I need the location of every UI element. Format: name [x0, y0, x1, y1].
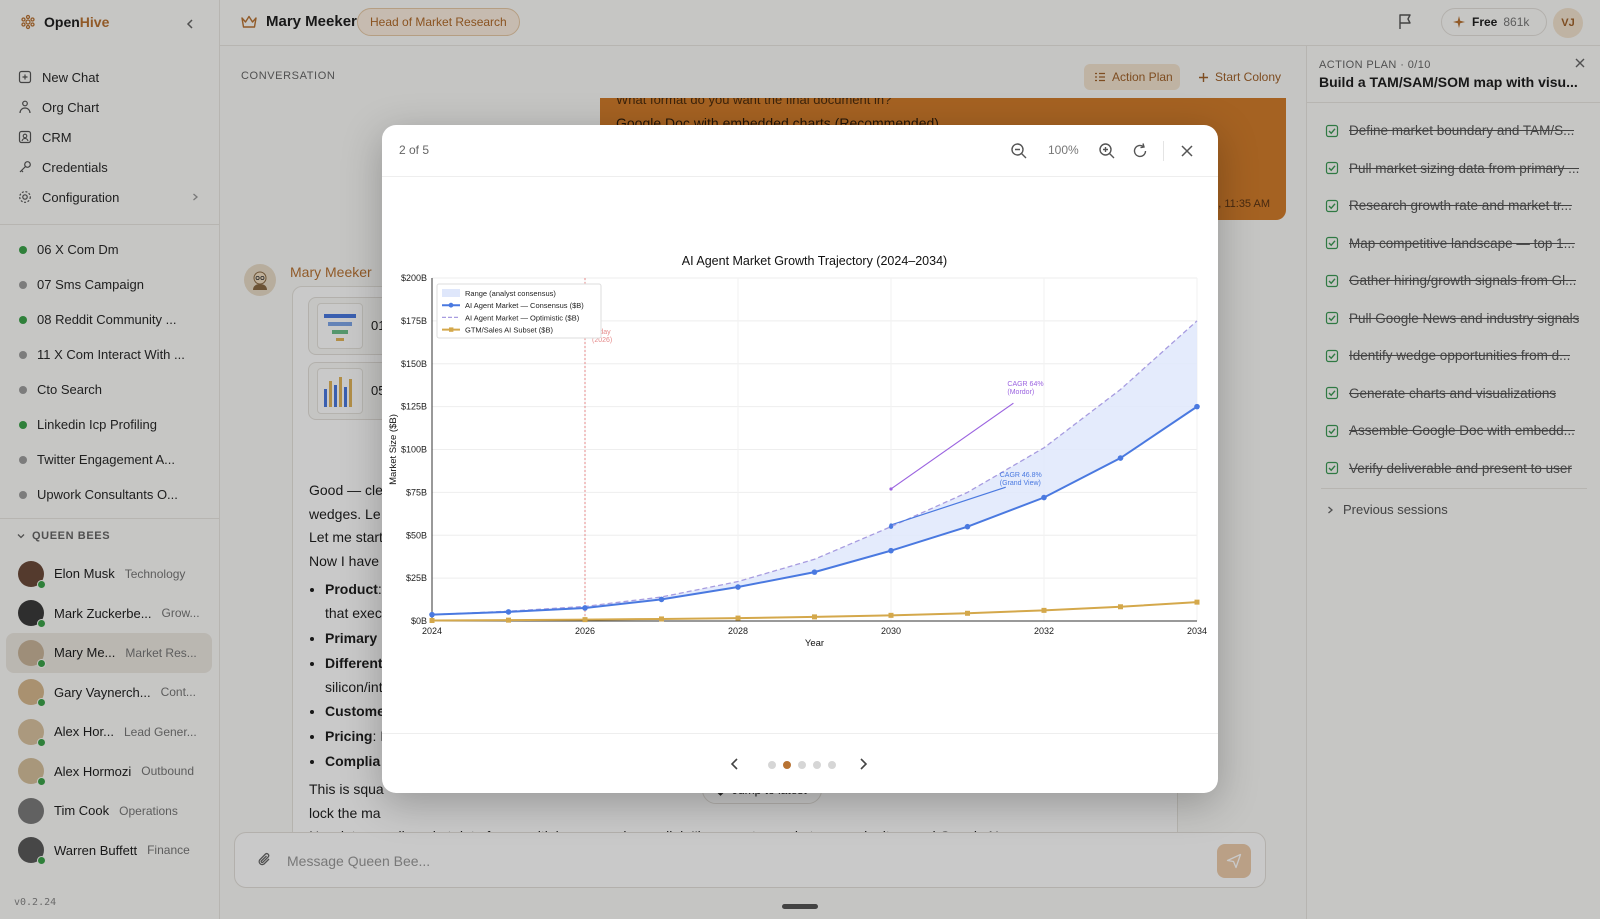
y-tick-label: $25B	[406, 573, 427, 583]
legend-label: Range (analyst consensus)	[465, 289, 556, 298]
page-dot[interactable]	[768, 761, 776, 769]
page-dot-active[interactable]	[783, 761, 791, 769]
cagr-label-2-line1: CAGR 46.8%	[1000, 472, 1042, 479]
y-tick-label: $75B	[406, 487, 427, 497]
consensus-marker	[1194, 403, 1200, 410]
x-tick-label: 2024	[422, 626, 442, 636]
y-tick-label: $50B	[406, 530, 427, 540]
page-dot[interactable]	[828, 761, 836, 769]
consensus-marker	[811, 569, 818, 575]
legend-label: AI Agent Market — Consensus ($B)	[465, 301, 584, 310]
gtm-marker	[1194, 599, 1200, 605]
gtm-marker	[1041, 607, 1047, 613]
x-tick-label: 2030	[881, 626, 901, 636]
cagr-arrow-tail-1	[889, 487, 893, 491]
consensus-marker	[1041, 494, 1047, 501]
legend-label: AI Agent Market — Optimistic ($B)	[465, 313, 580, 322]
gtm-marker	[888, 612, 894, 618]
zoom-level: 100%	[1048, 143, 1079, 157]
gtm-marker	[735, 615, 741, 621]
image-counter: 2 of 5	[399, 143, 430, 157]
cagr-arrow-tail-2	[889, 523, 893, 527]
viewer-toolbar: 2 of 5 100%	[382, 125, 1218, 177]
viewer-pagination	[382, 733, 1218, 793]
legend-marker-gtm	[449, 327, 454, 332]
chart-title: AI Agent Market Growth Trajectory (2024–…	[682, 254, 947, 268]
x-tick-label: 2034	[1187, 626, 1207, 636]
legend-marker-consensus	[448, 302, 454, 308]
gtm-marker	[965, 610, 970, 616]
x-axis-label: Year	[805, 638, 824, 649]
chevron-left-icon[interactable]	[728, 756, 742, 772]
y-axis-label: Market Size ($B)	[388, 414, 399, 485]
chevron-right-icon[interactable]	[856, 756, 870, 772]
consensus-marker	[658, 596, 665, 603]
consensus-marker	[429, 611, 435, 618]
zoom-out-icon[interactable]	[1010, 142, 1028, 160]
gtm-marker	[1118, 604, 1123, 610]
x-tick-label: 2032	[1034, 626, 1054, 636]
y-tick-label: $150B	[401, 359, 427, 369]
legend-label: GTM/Sales AI Subset ($B)	[465, 326, 553, 335]
image-viewer-modal: 2 of 5 100% $0B $25B $50B $75B $100B $125B $15…	[382, 125, 1218, 793]
consensus-marker	[888, 547, 894, 554]
x-tick-label: 2026	[575, 626, 595, 636]
gtm-marker	[582, 617, 588, 623]
consensus-marker	[735, 584, 741, 590]
consensus-marker	[505, 609, 512, 615]
y-tick-label: $0B	[411, 616, 427, 626]
page-dots	[768, 761, 836, 769]
y-tick-label: $175B	[401, 316, 427, 326]
legend-swatch-band	[442, 289, 460, 297]
page-dot[interactable]	[798, 761, 806, 769]
cagr-label-1-line1: CAGR 64%	[1007, 381, 1043, 388]
rotate-icon[interactable]	[1131, 142, 1149, 160]
market-growth-chart: $0B $25B $50B $75B $100B $125B $150B $175B $200B…	[388, 254, 1207, 649]
y-tick-label: $125B	[401, 402, 427, 412]
y-tick-label: $200B	[401, 273, 427, 283]
cagr-label-1-line2: (Mordor)	[1007, 389, 1034, 396]
consensus-marker	[964, 523, 971, 530]
consensus-marker	[1117, 455, 1124, 461]
zoom-in-icon[interactable]	[1098, 142, 1116, 160]
chart-container: $0B $25B $50B $75B $100B $125B $150B $175B $200B…	[382, 245, 1218, 793]
toolbar-separator	[1163, 141, 1164, 161]
gtm-marker	[659, 616, 664, 622]
gtm-marker	[429, 617, 435, 623]
page-dot[interactable]	[813, 761, 821, 769]
gtm-marker	[812, 614, 817, 620]
close-icon[interactable]	[1178, 142, 1196, 160]
cagr-label-2-line2: (Grand View)	[1000, 480, 1041, 487]
gtm-marker	[506, 617, 511, 623]
x-tick-label: 2028	[728, 626, 748, 636]
y-tick-label: $100B	[401, 445, 427, 455]
consensus-marker	[582, 605, 588, 611]
